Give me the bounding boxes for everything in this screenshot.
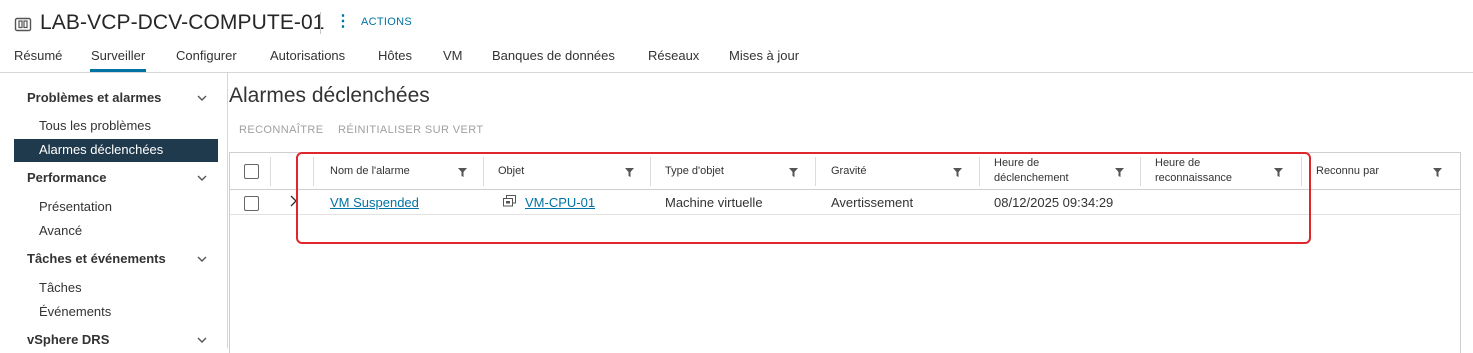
chevron-down-icon[interactable] (197, 173, 207, 183)
column-header-heure-reconnaissance-line1[interactable]: Heure de (1155, 157, 1200, 170)
column-header-heure-reconnaissance-line2[interactable]: reconnaissance (1155, 172, 1232, 185)
actions-label: ACTIONS (361, 16, 412, 28)
kebab-icon: ⋮ (335, 13, 351, 30)
nav-item-alarmes-declenchees[interactable]: Alarmes déclenchées (39, 142, 163, 157)
column-header-gravite[interactable]: Gravité (831, 165, 866, 178)
tab-surveiller[interactable]: Surveiller (89, 48, 147, 72)
sidebar-divider (227, 72, 228, 348)
nav-section-performance[interactable]: Performance (27, 170, 106, 185)
column-header-reconnu-par[interactable]: Reconnu par (1316, 165, 1379, 178)
tab-configurer[interactable]: Configurer (176, 48, 237, 63)
header-divider (320, 12, 321, 34)
datagrid-header: Nom de l'alarme Objet Type d'objet Gravi… (230, 153, 1460, 190)
reset-to-green-button[interactable]: RÉINITIALISER SUR VERT (338, 124, 484, 136)
tab-autorisations[interactable]: Autorisations (270, 48, 345, 63)
acknowledge-button[interactable]: RECONNAÎTRE (239, 124, 323, 136)
nav-section-problemes-et-alarmes[interactable]: Problèmes et alarmes (27, 90, 161, 105)
page-title: LAB-VCP-DCV-COMPUTE-01 (40, 11, 325, 34)
actions-menu-button[interactable]: ⋮ ACTIONS (335, 14, 412, 30)
nav-item-tous-les-problemes[interactable]: Tous les problèmes (39, 118, 151, 133)
nav-item-avance[interactable]: Avancé (39, 223, 82, 238)
filter-icon[interactable] (1433, 168, 1442, 177)
column-separator (313, 157, 314, 186)
column-separator (650, 157, 651, 186)
object-type-cell: Machine virtuelle (665, 195, 763, 210)
column-header-type-objet[interactable]: Type d'objet (665, 165, 724, 178)
triggered-time-cell: 08/12/2025 09:34:29 (994, 195, 1114, 210)
nav-section-taches-et-evenements[interactable]: Tâches et événements (27, 251, 166, 266)
column-separator (1140, 157, 1141, 186)
nav-item-presentation[interactable]: Présentation (39, 199, 112, 214)
nav-item-taches[interactable]: Tâches (39, 280, 82, 295)
alarm-name-link[interactable]: VM Suspended (330, 195, 419, 210)
filter-icon[interactable] (625, 168, 634, 177)
chevron-down-icon[interactable] (197, 254, 207, 264)
alarms-datagrid: Nom de l'alarme Objet Type d'objet Gravi… (229, 152, 1461, 353)
chevron-right-icon[interactable] (288, 195, 298, 207)
tab-vm[interactable]: VM (443, 48, 463, 63)
tab-mises-a-jour[interactable]: Mises à jour (729, 48, 799, 63)
filter-icon[interactable] (1115, 168, 1124, 177)
column-separator (815, 157, 816, 186)
column-separator (483, 157, 484, 186)
select-all-checkbox[interactable] (244, 164, 259, 179)
filter-icon[interactable] (953, 168, 962, 177)
vm-icon (503, 195, 516, 207)
column-separator (1301, 157, 1302, 186)
content-title: Alarmes déclenchées (229, 84, 430, 107)
severity-cell: Avertissement (831, 195, 914, 210)
chevron-down-icon[interactable] (197, 335, 207, 345)
cluster-icon (14, 17, 32, 32)
tab-bar: Résumé Surveiller Configurer Autorisatio… (0, 44, 1473, 73)
object-link[interactable]: VM-CPU-01 (525, 195, 595, 210)
column-separator (270, 157, 271, 186)
nav-section-vsphere-drs[interactable]: vSphere DRS (27, 332, 109, 347)
column-header-objet[interactable]: Objet (498, 165, 524, 178)
nav-item-evenements[interactable]: Événements (39, 304, 111, 319)
filter-icon[interactable] (1274, 168, 1283, 177)
tab-hotes[interactable]: Hôtes (378, 48, 412, 63)
filter-icon[interactable] (789, 168, 798, 177)
column-header-heure-declenchement-line1[interactable]: Heure de (994, 157, 1039, 170)
row-checkbox[interactable] (244, 196, 259, 211)
column-header-nom-alarme[interactable]: Nom de l'alarme (330, 165, 410, 178)
tab-banques-de-donnees[interactable]: Banques de données (492, 48, 615, 63)
column-separator (979, 157, 980, 186)
column-header-heure-declenchement-line2[interactable]: déclenchement (994, 172, 1069, 185)
chevron-down-icon[interactable] (197, 93, 207, 103)
table-row[interactable]: VM Suspended VM-CPU-01 Machine virtuelle… (230, 190, 1460, 215)
filter-icon[interactable] (458, 168, 467, 177)
tab-reseaux[interactable]: Réseaux (648, 48, 699, 63)
tab-resume[interactable]: Résumé (14, 48, 62, 63)
